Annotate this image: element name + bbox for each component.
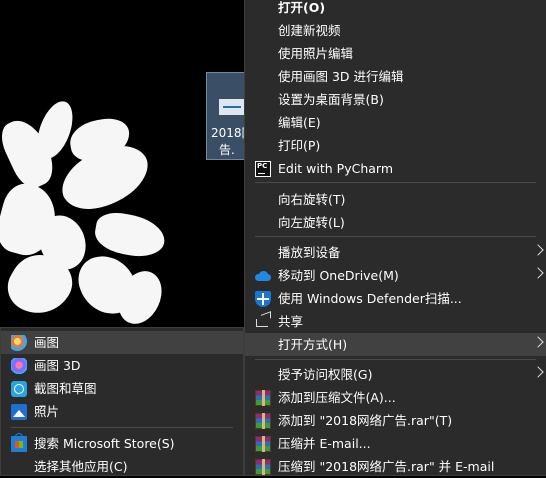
pycharm-icon xyxy=(255,161,271,177)
menu-item-label: 向右旋转(T) xyxy=(278,192,346,207)
menu-item-edit[interactable]: 编辑(E) xyxy=(245,111,546,134)
menu-item-edit-with-pycharm[interactable]: Edit with PyCharm xyxy=(245,157,546,180)
onedrive-icon xyxy=(255,271,271,281)
menu-item-set-desktop-background[interactable]: 设置为桌面背景(B) xyxy=(245,88,546,111)
share-icon xyxy=(256,319,268,327)
menu-item-label: 向左旋转(L) xyxy=(278,215,345,230)
winrar-icon xyxy=(255,413,271,429)
menu-item-label: 打开(O) xyxy=(278,0,326,15)
menu-item-add-to-rar[interactable]: 添加到 "2018网络广告.rar"(T) xyxy=(245,409,546,432)
submenu-item-label: 截图和草图 xyxy=(34,381,97,396)
menu-item-cast-to-device[interactable]: 播放到设备 xyxy=(245,241,546,264)
menu-item-label: 添加到 "2018网络广告.rar"(T) xyxy=(278,413,453,428)
menu-item-share[interactable]: 共享 xyxy=(245,310,546,333)
context-menu: 打开(O) 创建新视频 使用照片编辑 使用画图 3D 进行编辑 设置为桌面背景(… xyxy=(244,0,546,476)
menu-item-label: Edit with PyCharm xyxy=(278,161,394,176)
paint-3d-icon xyxy=(11,358,27,374)
menu-item-open-with[interactable]: 打开方式(H) xyxy=(245,333,546,356)
menu-item-label: 使用照片编辑 xyxy=(278,46,354,61)
menu-item-label: 播放到设备 xyxy=(278,245,341,260)
submenu-item-label: 画图 3D xyxy=(34,358,81,373)
menu-item-edit-with-photos[interactable]: 使用照片编辑 xyxy=(245,42,546,65)
menu-item-label: 设置为桌面背景(B) xyxy=(278,92,384,107)
submenu-item-label: 选择其他应用(C) xyxy=(34,459,128,474)
desktop-file-item[interactable]: 2018网 告. xyxy=(206,72,246,160)
menu-item-label: 打开方式(H) xyxy=(278,337,348,352)
chevron-right-icon xyxy=(532,366,544,378)
chevron-right-icon xyxy=(532,336,544,348)
chevron-right-icon xyxy=(532,267,544,279)
menu-item-label: 压缩并 E-mail... xyxy=(278,436,371,451)
photos-icon xyxy=(11,404,27,420)
menu-item-label: 共享 xyxy=(278,314,304,329)
submenu-item-photos[interactable]: 照片 xyxy=(1,400,243,423)
menu-separator xyxy=(255,182,536,183)
menu-item-print[interactable]: 打印(P) xyxy=(245,134,546,157)
menu-item-label: 移动到 OneDrive(M) xyxy=(278,268,399,283)
menu-separator xyxy=(11,427,233,428)
menu-separator xyxy=(255,236,536,237)
menu-item-label: 使用 Windows Defender扫描... xyxy=(278,291,462,306)
winrar-icon xyxy=(255,390,271,406)
winrar-icon xyxy=(255,459,271,475)
menu-item-give-access[interactable]: 授予访问权限(G) xyxy=(245,363,546,386)
submenu-item-search-store[interactable]: 搜索 Microsoft Store(S) xyxy=(1,432,243,455)
image-thumbnail-icon xyxy=(219,99,245,115)
menu-item-label: 添加到压缩文件(A)... xyxy=(278,390,396,405)
menu-item-defender-scan[interactable]: 使用 Windows Defender扫描... xyxy=(245,287,546,310)
menu-item-edit-with-paint3d[interactable]: 使用画图 3D 进行编辑 xyxy=(245,65,546,88)
menu-item-rotate-right[interactable]: 向右旋转(T) xyxy=(245,188,546,211)
menu-item-label: 创建新视频 xyxy=(278,23,341,38)
menu-item-compress-and-email[interactable]: 压缩并 E-mail... xyxy=(245,432,546,455)
menu-item-label: 压缩到 "2018网络广告.rar" 并 E-mail xyxy=(278,459,495,474)
menu-item-label: 编辑(E) xyxy=(278,115,321,130)
paint-icon xyxy=(11,335,27,351)
menu-item-label: 授予访问权限(G) xyxy=(278,367,373,382)
snip-and-sketch-icon xyxy=(11,381,27,397)
open-with-submenu: 画图 画图 3D 截图和草图 照片 搜索 Microsoft Store(S) … xyxy=(0,327,244,476)
winrar-icon xyxy=(255,436,271,452)
microsoft-store-icon xyxy=(11,433,27,452)
menu-item-add-to-archive[interactable]: 添加到压缩文件(A)... xyxy=(245,386,546,409)
file-name-line-1: 2018网 xyxy=(211,126,245,140)
desktop-file-name: 2018网 告. xyxy=(211,125,245,159)
menu-item-label: 打印(P) xyxy=(278,138,321,153)
windows-defender-icon xyxy=(255,291,271,307)
chevron-right-icon xyxy=(532,244,544,256)
menu-item-label: 使用画图 3D 进行编辑 xyxy=(278,69,404,84)
submenu-item-label: 搜索 Microsoft Store(S) xyxy=(34,436,175,451)
file-name-line-2: 告. xyxy=(219,143,235,157)
submenu-item-label: 画图 xyxy=(34,335,60,350)
menu-separator xyxy=(255,359,536,360)
menu-item-open[interactable]: 打开(O) xyxy=(245,0,546,19)
submenu-item-paint-3d[interactable]: 画图 3D xyxy=(1,354,243,377)
submenu-item-snip-and-sketch[interactable]: 截图和草图 xyxy=(1,377,243,400)
submenu-item-label: 照片 xyxy=(34,404,60,419)
menu-item-create-video[interactable]: 创建新视频 xyxy=(245,19,546,42)
menu-item-rotate-left[interactable]: 向左旋转(L) xyxy=(245,211,546,234)
menu-item-move-to-onedrive[interactable]: 移动到 OneDrive(M) xyxy=(245,264,546,287)
submenu-item-paint[interactable]: 画图 xyxy=(1,331,243,354)
